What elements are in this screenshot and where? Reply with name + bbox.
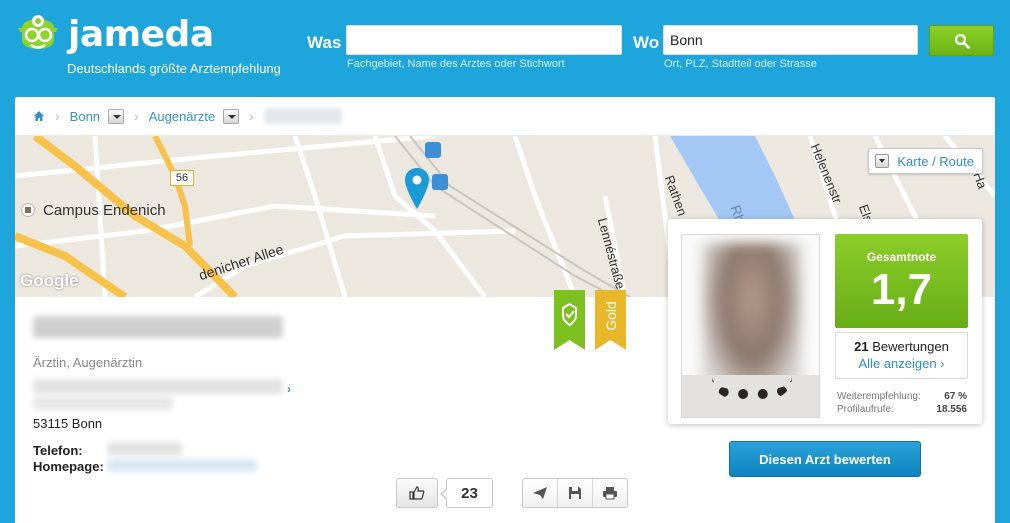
was-hint: Fachgebiet, Name des Arztes oder Stichwo… [347, 58, 565, 70]
location-pin-icon[interactable] [404, 167, 430, 209]
breadcrumb-item-augenaerzte[interactable]: Augenärzte [149, 109, 216, 124]
wo-label: Wo [633, 33, 660, 52]
brand-name: jameda [68, 14, 214, 55]
profile-views-row: Profilaufrufe: 18.556 [837, 404, 967, 415]
breadcrumb-separator: › [249, 108, 254, 124]
search-button[interactable] [929, 25, 994, 56]
address-arrow-icon[interactable]: › [287, 382, 291, 396]
was-label: Was [307, 33, 342, 52]
google-logo: Google [20, 271, 79, 290]
breadcrumb-item-bonn[interactable]: Bonn [70, 109, 100, 124]
breadcrumb: › Bonn › Augenärzte › [15, 97, 995, 136]
like-count: 23 [440, 478, 493, 508]
reviews-summary: 21 Bewertungen Alle anzeigen › [835, 332, 968, 379]
brand-tagline: Deutschlands größte Arztempfehlung [67, 61, 281, 76]
wo-hint: Ort, PLZ, Stadtteil oder Strasse [664, 58, 817, 70]
save-icon [569, 487, 581, 499]
homepage-link-redacted[interactable] [107, 459, 257, 472]
logo[interactable]: jameda Deutschlands größte Arztempfehlun… [14, 8, 304, 78]
print-icon [603, 487, 617, 500]
gold-ribbon: Gold [595, 290, 626, 350]
reviews-label: Bewertungen [872, 339, 949, 354]
homepage-label: Homepage: [33, 459, 104, 474]
rating-card: Gesamtnote 1,7 21 Bewertungen Alle anzei… [668, 219, 982, 424]
doctor-name-redacted [33, 316, 283, 338]
profile-views-value: 18.556 [936, 404, 967, 415]
doctor-photo [681, 234, 820, 418]
map-route-label: Karte / Route [897, 153, 974, 169]
breadcrumb-augenaerzte-dropdown[interactable] [223, 108, 240, 124]
print-button[interactable] [593, 479, 627, 507]
transit-station-icon [425, 142, 441, 158]
show-all-reviews-link[interactable]: Alle anzeigen › [836, 356, 967, 371]
address-line-redacted [33, 379, 283, 394]
send-icon [533, 487, 547, 499]
reviews-count-line: 21 Bewertungen [836, 339, 967, 354]
breadcrumb-bonn-dropdown[interactable] [108, 108, 125, 124]
telefon-label: Telefon: [33, 443, 83, 458]
necklace-icon [712, 377, 792, 399]
road-number-badge: 56 [170, 170, 194, 186]
wo-input[interactable] [663, 25, 918, 55]
recommendation-label: Weiterempfehlung: [837, 391, 921, 402]
map-label-campus: Campus Endenich [43, 202, 166, 219]
breadcrumb-separator: › [134, 108, 139, 124]
breadcrumb-doctor-name-redacted [263, 108, 342, 124]
campus-marker-icon [21, 203, 35, 217]
search-icon [954, 33, 970, 49]
address-line-redacted [33, 397, 173, 410]
save-button[interactable] [558, 479, 593, 507]
share-button[interactable] [523, 479, 558, 507]
grade-title: Gesamtnote [866, 250, 937, 264]
transit-station-icon [432, 174, 448, 190]
profile-tools [522, 478, 628, 508]
rate-doctor-button[interactable]: Diesen Arzt bewerten [729, 441, 921, 477]
jameda-logo-icon [18, 15, 58, 49]
reviews-count: 21 [854, 339, 869, 354]
doctor-city: 53115 Bonn [33, 416, 103, 431]
recommendation-value: 67 % [944, 391, 967, 402]
like-button[interactable] [396, 478, 438, 508]
thumbs-up-icon [409, 486, 425, 500]
profile-views-label: Profilaufrufe: [837, 404, 894, 415]
premium-ribbon-icon [554, 290, 585, 350]
grade-value: 1,7 [870, 265, 933, 314]
overall-grade: Gesamtnote 1,7 [835, 234, 968, 328]
was-input[interactable] [346, 25, 622, 55]
map-route-dropdown-icon [875, 154, 890, 168]
home-icon[interactable] [33, 110, 45, 122]
map-route-button[interactable]: Karte / Route [868, 148, 983, 174]
recommendation-row: Weiterempfehlung: 67 % [837, 391, 967, 402]
doctor-profile-panel: › Bonn › Augenärzte › 56 Campus Endenich… [15, 97, 995, 523]
doctor-specialty: Ärztin, Augenärztin [33, 355, 143, 370]
gold-ribbon-label: Gold [603, 301, 619, 331]
breadcrumb-separator: › [55, 108, 60, 124]
telefon-value-redacted [107, 442, 182, 456]
